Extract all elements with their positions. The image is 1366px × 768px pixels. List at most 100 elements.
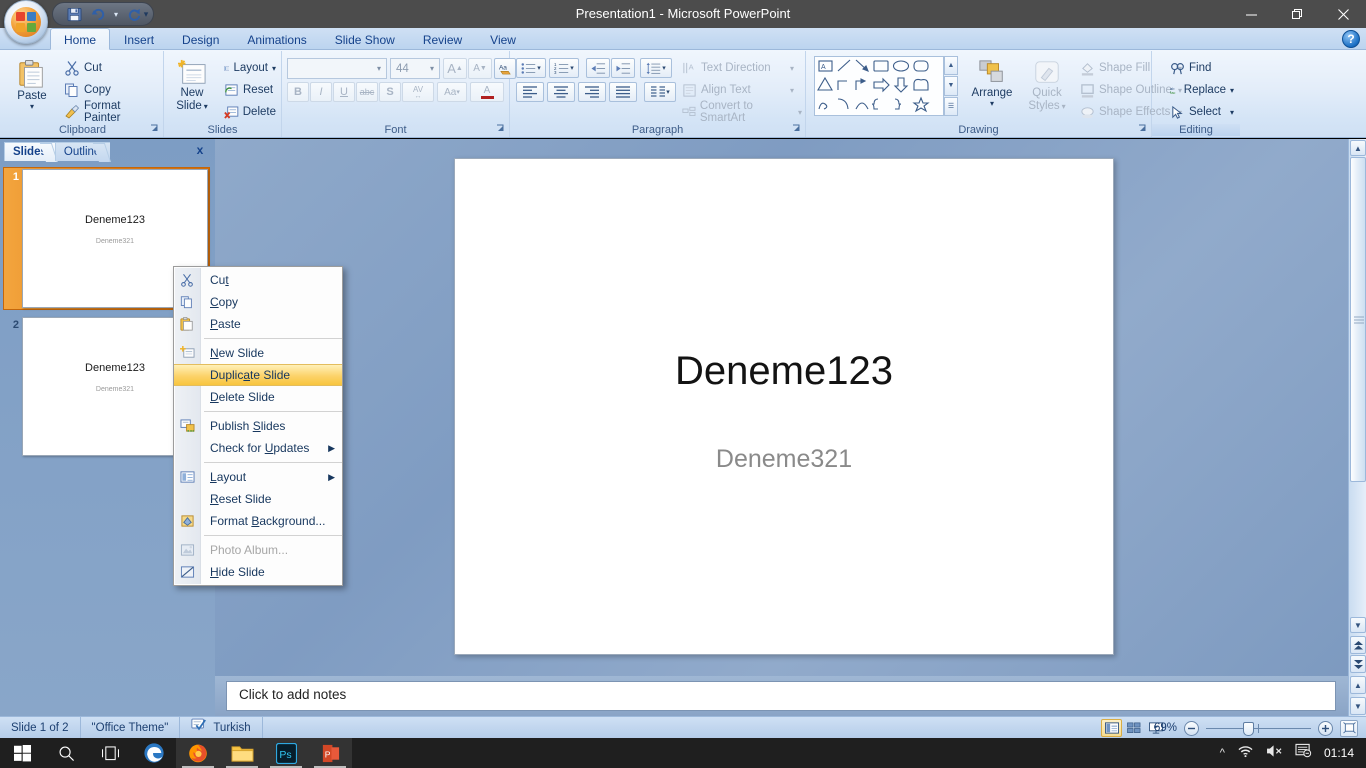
tab-insert[interactable]: Insert	[110, 28, 168, 50]
previous-slide-button[interactable]	[1350, 636, 1366, 654]
zoom-slider[interactable]	[1206, 721, 1311, 736]
increase-indent-button[interactable]	[611, 58, 635, 78]
layout-button[interactable]: Layout ▾	[220, 57, 280, 79]
font-dialog-launcher[interactable]	[494, 123, 506, 135]
reset-button[interactable]: Reset	[220, 79, 280, 101]
undo-dropdown-icon[interactable]: ▾	[111, 4, 121, 24]
zoom-slider-thumb[interactable]	[1243, 721, 1254, 736]
underline-button[interactable]: U	[333, 82, 355, 102]
start-button[interactable]	[0, 738, 44, 768]
copy-button[interactable]: Copy	[60, 79, 160, 101]
font-size-input[interactable]: 44 ▾	[390, 58, 440, 79]
customize-qat-button[interactable]: ▾	[138, 5, 154, 23]
bold-button[interactable]: B	[287, 82, 309, 102]
fit-to-window-button[interactable]	[1340, 719, 1358, 737]
change-case-button[interactable]: Aa ▾	[437, 82, 467, 102]
wifi-icon[interactable]	[1237, 744, 1254, 763]
zoom-percent-label[interactable]: 69%	[1147, 722, 1177, 734]
select-button[interactable]: Select ▾	[1166, 101, 1238, 123]
taskbar-app-edge[interactable]	[132, 738, 176, 768]
volume-muted-icon[interactable]	[1266, 744, 1283, 763]
office-button[interactable]	[4, 0, 48, 44]
drawing-dialog-launcher[interactable]	[1136, 123, 1148, 135]
convert-to-smartart-button[interactable]: Convert to SmartArt ▾	[678, 100, 806, 124]
context-menu-item-paste[interactable]: Paste	[174, 313, 342, 335]
status-theme[interactable]: "Office Theme"	[81, 716, 181, 739]
shapes-scroll-up-button[interactable]: ▲	[944, 56, 958, 76]
font-color-button[interactable]: A	[470, 82, 504, 102]
align-center-button[interactable]	[547, 82, 575, 102]
tab-home[interactable]: Home	[50, 28, 111, 50]
notes-input[interactable]: Click to add notes	[226, 681, 1336, 711]
columns-button[interactable]: ▾	[644, 82, 676, 102]
font-name-dropdown-icon[interactable]: ▾	[374, 64, 384, 73]
tab-view[interactable]: View	[476, 28, 530, 50]
scrollbar-thumb[interactable]	[1350, 157, 1366, 482]
context-menu-item-hide-slide[interactable]: Hide Slide	[174, 561, 342, 583]
close-pane-button[interactable]: x	[192, 142, 208, 158]
grow-font-button[interactable]: A ▲	[443, 58, 467, 79]
minimize-button[interactable]	[1228, 0, 1274, 28]
zoom-in-button[interactable]	[1318, 720, 1333, 736]
context-menu-item-copy[interactable]: Copy	[174, 291, 342, 313]
notes-scroll-down-button[interactable]: ▼	[1350, 697, 1366, 715]
replace-button[interactable]: ab ac Replace ▾	[1166, 79, 1238, 101]
shapes-gallery[interactable]: A	[814, 56, 944, 116]
shapes-more-button[interactable]: ☰	[944, 96, 958, 116]
text-direction-button[interactable]: A Text Direction ▾	[678, 57, 798, 79]
status-slide-count[interactable]: Slide 1 of 2	[0, 716, 81, 739]
strikethrough-button[interactable]: abc	[356, 82, 378, 102]
taskbar-app-file-explorer[interactable]	[220, 738, 264, 768]
context-menu-item-reset-slide[interactable]: Reset Slide	[174, 488, 342, 510]
slide-sorter-button[interactable]	[1123, 719, 1144, 737]
scroll-down-button[interactable]: ▼	[1350, 617, 1366, 633]
context-menu-item-check-for-updates[interactable]: Check for Updates ▶	[174, 437, 342, 459]
context-menu-item-cut[interactable]: Cut	[174, 269, 342, 291]
undo-icon[interactable]	[87, 4, 109, 24]
current-slide[interactable]: Deneme123 Deneme321	[454, 158, 1114, 655]
quick-styles-button[interactable]: Quick Styles ▾	[1022, 55, 1072, 114]
notes-scroll-up-button[interactable]: ▲	[1350, 676, 1366, 694]
context-menu-item-duplicate-slide[interactable]: Duplicate Slide	[174, 364, 342, 386]
justify-button[interactable]	[609, 82, 637, 102]
bullets-button[interactable]: ▾	[516, 58, 546, 78]
tray-expand-button[interactable]: ^	[1220, 747, 1225, 759]
numbering-button[interactable]: 123 ▾	[549, 58, 579, 78]
context-menu-item-delete-slide[interactable]: Delete Slide	[174, 386, 342, 408]
taskbar-clock[interactable]: 01:14	[1324, 746, 1354, 760]
align-left-button[interactable]	[516, 82, 544, 102]
character-spacing-button[interactable]: AV ↔	[402, 82, 434, 102]
close-button[interactable]	[1320, 0, 1366, 28]
tab-slides[interactable]: Slides	[4, 142, 58, 162]
search-button[interactable]	[44, 738, 88, 768]
clipboard-dialog-launcher[interactable]	[148, 123, 160, 135]
format-painter-button[interactable]: Format Painter	[60, 100, 164, 124]
zoom-out-button[interactable]	[1184, 720, 1199, 736]
taskbar-app-photoshop[interactable]: Ps	[264, 738, 308, 768]
slide-title-placeholder[interactable]: Deneme123	[455, 349, 1113, 394]
tab-design[interactable]: Design	[168, 28, 233, 50]
text-shadow-button[interactable]: S	[379, 82, 401, 102]
italic-button[interactable]: I	[310, 82, 332, 102]
arrange-button[interactable]: Arrange ▾	[964, 55, 1020, 109]
scroll-up-button[interactable]: ▲	[1350, 140, 1366, 156]
status-language[interactable]: Turkish	[180, 716, 263, 739]
context-menu-item-new-slide[interactable]: New Slide	[174, 342, 342, 364]
tab-animations[interactable]: Animations	[233, 28, 320, 50]
slide-subtitle-placeholder[interactable]: Deneme321	[455, 445, 1113, 474]
decrease-indent-button[interactable]	[586, 58, 610, 78]
save-icon[interactable]	[63, 4, 85, 24]
task-view-button[interactable]	[88, 738, 132, 768]
delete-slide-button[interactable]: Delete	[220, 101, 280, 123]
action-center-icon[interactable]	[1295, 743, 1312, 763]
cut-button[interactable]: Cut	[60, 57, 160, 79]
maximize-restore-button[interactable]	[1274, 0, 1320, 28]
font-size-dropdown-icon[interactable]: ▾	[427, 64, 437, 73]
shapes-scroll-down-button[interactable]: ▼	[944, 76, 958, 96]
new-slide-button[interactable]: New Slide ▾	[168, 55, 216, 114]
context-menu-item-publish-slides[interactable]: Publish Slides	[174, 415, 342, 437]
context-menu-item-format-background[interactable]: Format Background...	[174, 510, 342, 532]
title-bar[interactable]: Presentation1 - Microsoft PowerPoint	[0, 0, 1366, 28]
normal-view-button[interactable]	[1101, 719, 1122, 737]
align-right-button[interactable]	[578, 82, 606, 102]
